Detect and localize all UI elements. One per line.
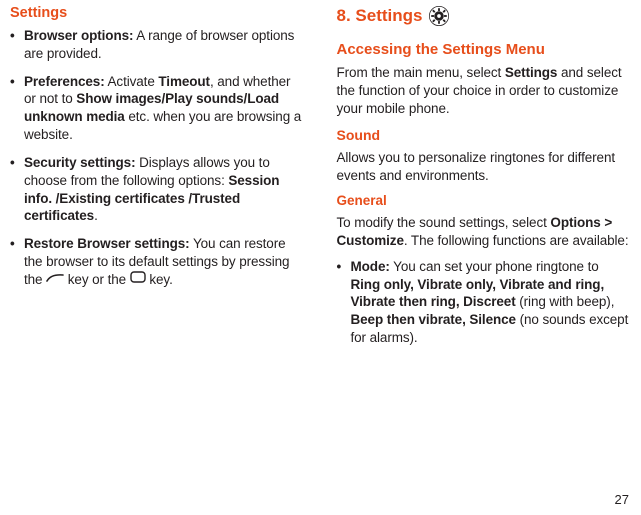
term: Timeout <box>158 74 210 89</box>
right-column: 8. Settings <box>321 5 632 515</box>
bullet-marker: • <box>337 258 351 347</box>
bullet-text: Security settings: Displays allows you t… <box>24 154 305 225</box>
accessing-heading: Accessing the Settings Menu <box>337 41 632 58</box>
term: Security settings: <box>24 155 135 170</box>
term: Preferences: <box>24 74 105 89</box>
list-item: • Security settings: Displays allows you… <box>10 154 305 225</box>
list-item: • Browser options: A range of browser op… <box>10 27 305 63</box>
chapter-title: 8. Settings <box>337 6 423 26</box>
bullet-marker: • <box>10 235 24 289</box>
text: To modify the sound settings, select <box>337 215 551 230</box>
bullet-marker: • <box>10 27 24 63</box>
text: key. <box>146 272 173 287</box>
page-number: 27 <box>615 492 629 507</box>
text: key or the <box>64 272 130 287</box>
term: Browser options: <box>24 28 133 43</box>
sound-paragraph: Allows you to personalize ringtones for … <box>337 149 632 185</box>
term: Settings <box>505 65 557 80</box>
text: . <box>94 208 98 223</box>
bullet-marker: • <box>10 73 24 144</box>
general-intro: To modify the sound settings, select Opt… <box>337 214 632 250</box>
left-column: Settings • Browser options: A range of b… <box>10 5 321 515</box>
list-item: • Restore Browser settings: You can rest… <box>10 235 305 289</box>
text: From the main menu, select <box>337 65 505 80</box>
term: Beep then vibrate, Silence <box>351 312 516 327</box>
text: Activate <box>105 74 159 89</box>
bullet-marker: • <box>10 154 24 225</box>
text: You can set your phone ringtone to <box>390 259 599 274</box>
general-bullet-list: • Mode: You can set your phone ringtone … <box>337 258 632 347</box>
bullet-text: Mode: You can set your phone ringtone to… <box>351 258 632 347</box>
bullet-text: Preferences: Activate Timeout, and wheth… <box>24 73 305 144</box>
left-bullet-list: • Browser options: A range of browser op… <box>10 27 305 289</box>
chapter-heading: 8. Settings <box>337 5 632 27</box>
term: Restore Browser settings: <box>24 236 190 251</box>
accessing-paragraph: From the main menu, select Settings and … <box>337 64 632 117</box>
text: . The following functions are available: <box>404 233 629 248</box>
gear-icon <box>428 5 450 27</box>
sound-heading: Sound <box>337 127 632 143</box>
left-heading: Settings <box>10 5 305 21</box>
list-item: • Preferences: Activate Timeout, and whe… <box>10 73 305 144</box>
text: (ring with beep), <box>516 294 615 309</box>
softkey-icon <box>130 270 146 288</box>
list-item: • Mode: You can set your phone ringtone … <box>337 258 632 347</box>
general-heading: General <box>337 193 632 208</box>
bullet-text: Browser options: A range of browser opti… <box>24 27 305 63</box>
term: Mode: <box>351 259 390 274</box>
bullet-text: Restore Browser settings: You can restor… <box>24 235 305 289</box>
manual-page: Settings • Browser options: A range of b… <box>0 0 641 515</box>
send-key-icon <box>46 270 64 288</box>
